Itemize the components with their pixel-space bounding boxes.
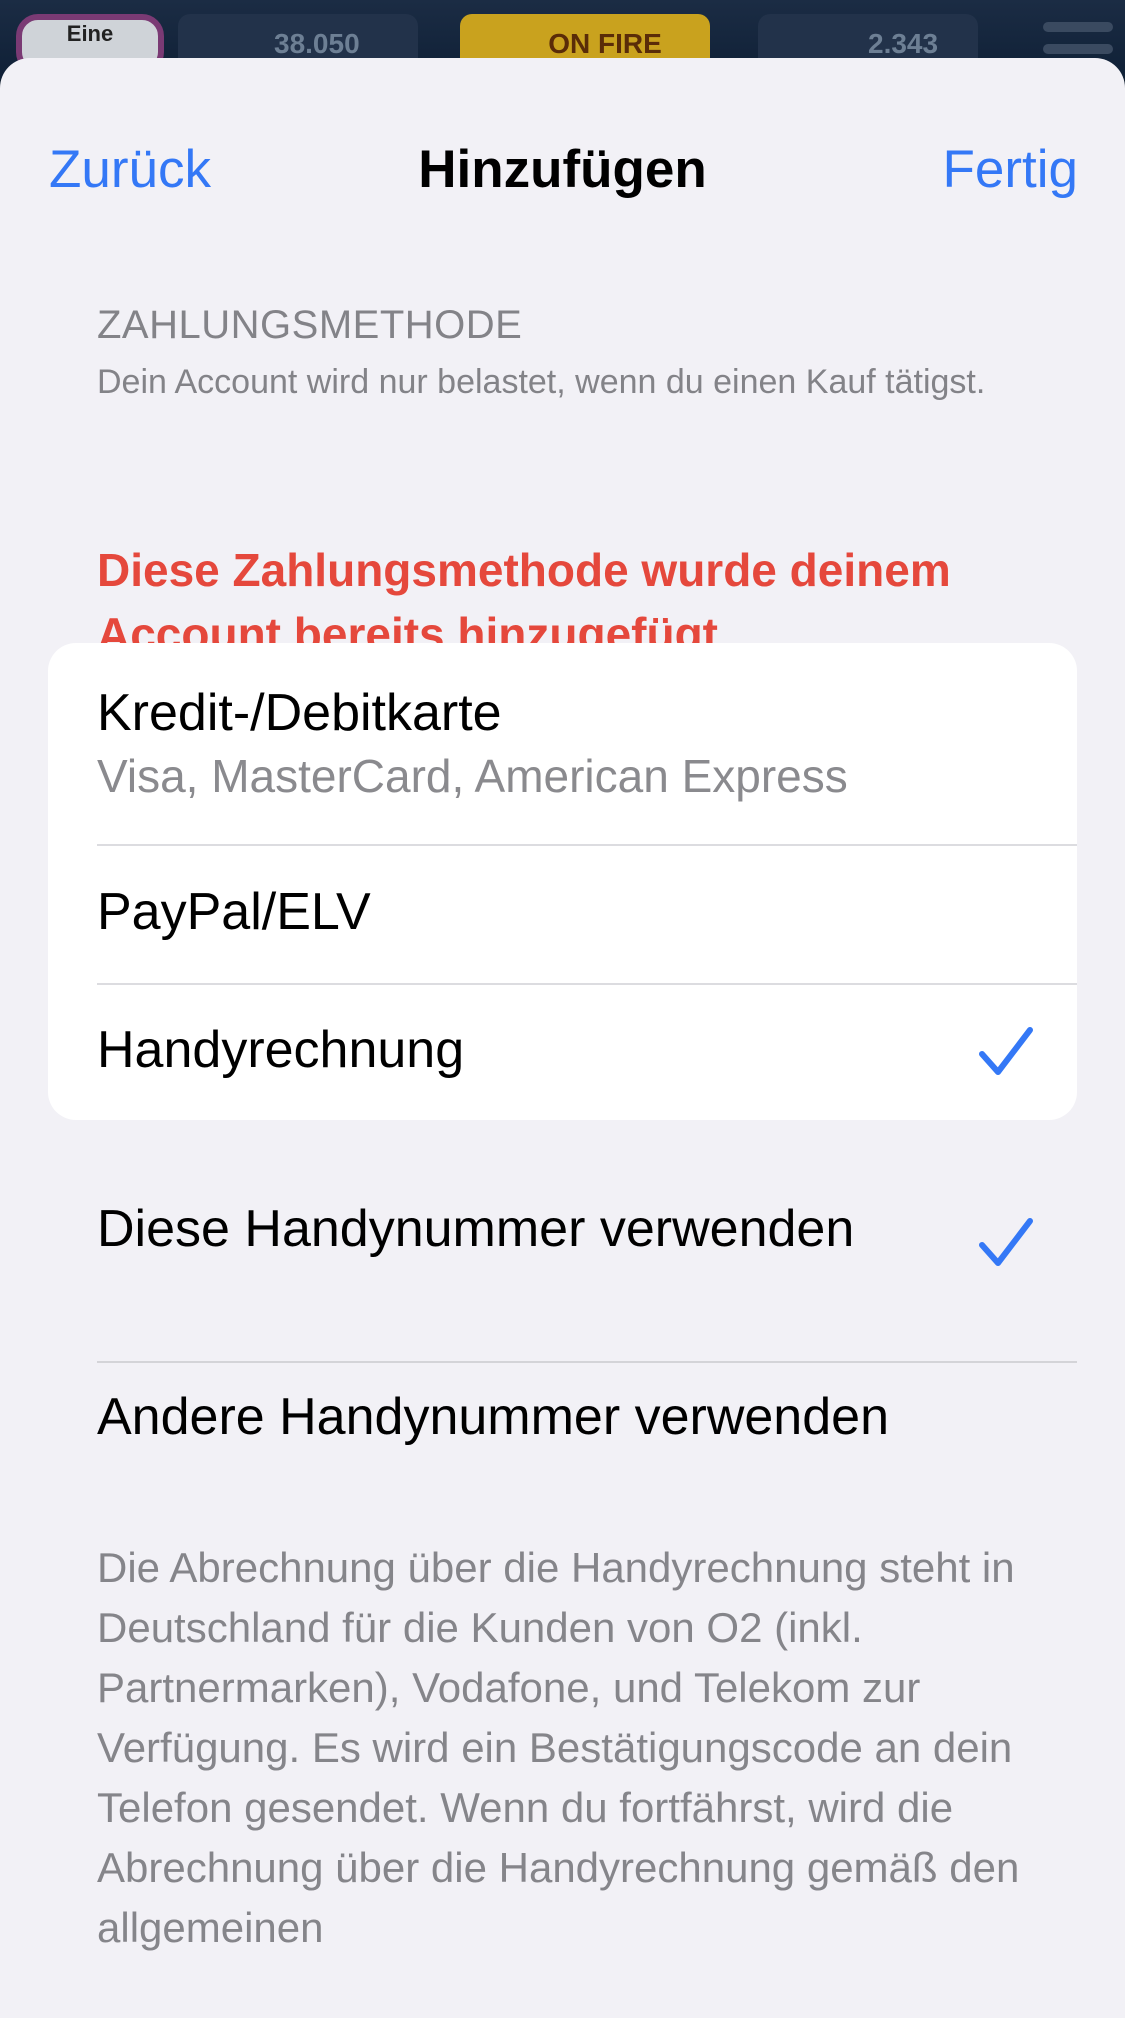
sheet-title: Hinzufügen	[418, 140, 707, 199]
section-subtitle: Dein Account wird nur belastet, wenn du …	[97, 363, 986, 401]
payment-method-title: Kredit-/Debitkarte	[97, 684, 502, 742]
payment-sheet: Zurück Hinzufügen Fertig ZAHLUNGSMETHODE…	[0, 58, 1125, 2018]
option-title: Diese Handynummer verwenden	[97, 1200, 855, 1258]
payment-method-title: PayPal/ELV	[97, 883, 371, 941]
back-button[interactable]: Zurück	[49, 138, 211, 202]
payment-method-list: Kredit-/Debitkarte Visa, MasterCard, Ame…	[48, 643, 1077, 1120]
done-button[interactable]: Fertig	[943, 138, 1078, 202]
option-this-phone-number[interactable]: Diese Handynummer verwenden	[97, 1193, 1077, 1363]
checkmark-icon	[979, 1027, 1033, 1075]
payment-method-title: Handyrechnung	[97, 1021, 465, 1079]
option-other-phone-number[interactable]: Andere Handynummer verwenden	[97, 1381, 1077, 1551]
checkmark-icon	[979, 1218, 1033, 1266]
option-title: Andere Handynummer verwenden	[97, 1388, 889, 1446]
info-text: Die Abrechnung über die Handyrechnung st…	[97, 1544, 1020, 1951]
payment-method-paypal[interactable]: PayPal/ELV	[97, 846, 1077, 985]
payment-method-subtitle: Visa, MasterCard, American Express	[97, 750, 848, 802]
payment-method-credit-card[interactable]: Kredit-/Debitkarte Visa, MasterCard, Ame…	[97, 643, 1077, 846]
payment-method-mobile-bill[interactable]: Handyrechnung	[97, 985, 1077, 1120]
section-header: ZAHLUNGSMETHODE	[97, 303, 523, 347]
